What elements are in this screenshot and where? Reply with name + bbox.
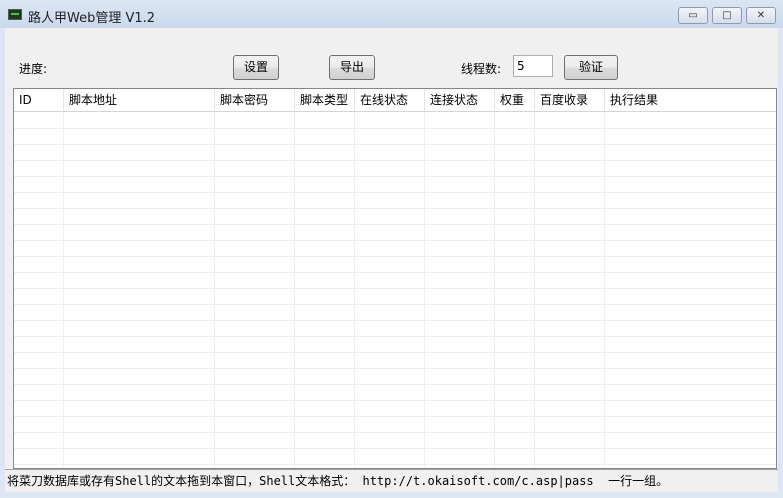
grid-line <box>14 320 776 321</box>
settings-button[interactable]: 设置 <box>233 55 279 80</box>
column-header[interactable]: ID <box>14 89 64 111</box>
column-header[interactable]: 脚本类型 <box>295 89 355 111</box>
grid-line <box>494 112 495 468</box>
grid-line <box>14 240 776 241</box>
maximize-button[interactable]: □ <box>712 7 742 24</box>
grid-line <box>14 256 776 257</box>
grid-line <box>14 368 776 369</box>
grid-line <box>14 160 776 161</box>
grid-line <box>294 112 295 468</box>
export-button[interactable]: 导出 <box>329 55 375 80</box>
status-bar: 将菜刀数据库或存有Shell的文本拖到本窗口，Shell文本格式： http:/… <box>5 469 778 491</box>
grid-line <box>14 432 776 433</box>
grid-line <box>424 112 425 468</box>
grid-line <box>214 112 215 468</box>
table-header: ID 脚本地址 脚本密码 脚本类型 在线状态 连接状态 权重 百度收录 执行结果 <box>14 89 776 112</box>
threads-label: 线程数: <box>461 62 502 76</box>
grid-line <box>354 112 355 468</box>
title-bar: 路人甲Web管理 V1.2 ▭ □ ✕ <box>0 0 783 28</box>
grid-line <box>14 448 776 449</box>
grid-line <box>14 208 776 209</box>
grid-line <box>14 192 776 193</box>
shell-table[interactable]: ID 脚本地址 脚本密码 脚本类型 在线状态 连接状态 权重 百度收录 执行结果 <box>13 88 777 469</box>
grid-line <box>14 304 776 305</box>
column-header[interactable]: 百度收录 <box>535 89 605 111</box>
grid-line <box>14 352 776 353</box>
app-icon <box>8 9 22 20</box>
grid-line <box>14 176 776 177</box>
grid-line <box>63 112 64 468</box>
grid-line <box>14 464 776 465</box>
grid-line <box>604 112 605 468</box>
column-header[interactable]: 连接状态 <box>425 89 495 111</box>
minimize-button[interactable]: ▭ <box>678 7 708 24</box>
grid-line <box>14 128 776 129</box>
verify-button[interactable]: 验证 <box>564 55 618 80</box>
column-header[interactable]: 执行结果 <box>605 89 776 111</box>
grid-line <box>14 144 776 145</box>
threads-input[interactable] <box>513 55 553 77</box>
grid-line <box>14 384 776 385</box>
column-header[interactable]: 权重 <box>495 89 535 111</box>
grid-line <box>14 416 776 417</box>
grid-line <box>14 272 776 273</box>
grid-line <box>14 400 776 401</box>
grid-line <box>534 112 535 468</box>
progress-label: 进度: <box>19 62 48 76</box>
main-panel: 进度: 设置 导出 线程数: 验证 ID脚本地址脚本密码脚本类型在线状态连接状态… <box>5 28 778 492</box>
grid-line <box>14 288 776 289</box>
column-header[interactable]: 脚本地址 <box>64 89 215 111</box>
column-header[interactable]: 在线状态 <box>355 89 425 111</box>
column-header[interactable]: 脚本密码 <box>215 89 295 111</box>
grid-line <box>14 224 776 225</box>
close-button[interactable]: ✕ <box>746 7 776 24</box>
window-title: 路人甲Web管理 V1.2 <box>28 11 156 26</box>
grid-line <box>14 336 776 337</box>
